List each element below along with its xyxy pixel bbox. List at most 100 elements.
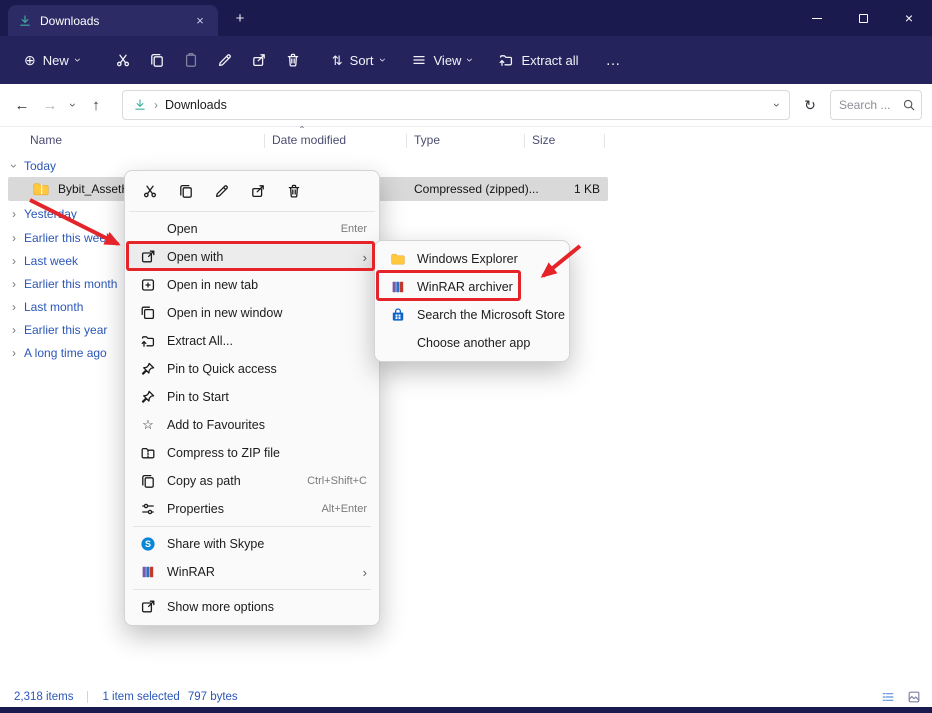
menu-item-properties[interactable]: Properties Alt+Enter xyxy=(129,495,375,523)
group-row-today[interactable]: › Today xyxy=(12,158,56,174)
breadcrumb-chevron-icon: › xyxy=(154,98,158,112)
group-row-earlier-this-year[interactable]: › Earlier this year xyxy=(12,322,107,338)
view-button[interactable]: View › xyxy=(401,45,483,75)
zip-file-icon xyxy=(32,180,50,198)
extract-icon xyxy=(498,52,514,68)
cut-button[interactable] xyxy=(135,177,165,205)
explorer-tab-downloads[interactable]: Downloads × xyxy=(8,5,218,36)
delete-button[interactable] xyxy=(276,44,310,76)
submenu-item-search-microsoft-store[interactable]: Search the Microsoft Store xyxy=(379,301,565,329)
group-row-last-week[interactable]: › Last week xyxy=(12,253,78,269)
search-box xyxy=(830,90,922,120)
up-button[interactable]: ↑ xyxy=(82,91,110,119)
menu-item-winrar[interactable]: WinRAR › xyxy=(129,558,375,586)
share-icon xyxy=(251,52,267,68)
close-button[interactable]: × xyxy=(886,0,932,36)
share-icon xyxy=(250,183,266,199)
download-icon xyxy=(18,14,32,28)
chevron-right-icon: › xyxy=(12,301,16,313)
history-dropdown-button[interactable]: › xyxy=(64,91,82,119)
menu-item-add-to-favourites[interactable]: ☆ Add to Favourites xyxy=(129,411,375,439)
menu-label: Open in new tab xyxy=(167,278,367,292)
window-bottom-edge xyxy=(0,707,932,713)
menu-item-open[interactable]: Open Enter xyxy=(129,215,375,243)
group-row-a-long-time-ago[interactable]: › A long time ago xyxy=(12,345,107,361)
submenu-item-windows-explorer[interactable]: Windows Explorer xyxy=(379,245,565,273)
new-button[interactable]: ⊕ New › xyxy=(14,46,90,75)
menu-item-open-with[interactable]: Open with › xyxy=(129,243,375,271)
extract-all-button[interactable]: Extract all xyxy=(488,45,588,75)
rename-button[interactable] xyxy=(207,177,237,205)
menu-item-pin-to-start[interactable]: Pin to Start xyxy=(129,383,375,411)
group-row-earlier-this-week[interactable]: › Earlier this week xyxy=(12,230,112,246)
refresh-button[interactable]: ↻ xyxy=(796,91,824,119)
copy-button[interactable] xyxy=(140,44,174,76)
submenu-chevron-icon: › xyxy=(363,565,367,580)
download-icon xyxy=(133,98,147,112)
menu-separator xyxy=(133,589,371,590)
group-row-earlier-this-month[interactable]: › Earlier this month xyxy=(12,276,117,292)
menu-item-copy-as-path[interactable]: Copy as path Ctrl+Shift+C xyxy=(129,467,375,495)
paste-button[interactable] xyxy=(174,44,208,76)
large-icons-view-toggle[interactable] xyxy=(904,688,924,705)
menu-item-open-in-new-tab[interactable]: Open in new tab xyxy=(129,271,375,299)
column-header-name[interactable]: Name xyxy=(30,133,62,147)
group-label: A long time ago xyxy=(24,346,107,360)
folder-icon xyxy=(389,251,407,267)
menu-label: Open xyxy=(167,222,331,236)
open-with-submenu: Windows Explorer WinRAR archiver Search … xyxy=(374,240,570,362)
chevron-right-icon: › xyxy=(12,255,16,267)
column-header-date-modified[interactable]: Date modified xyxy=(272,133,346,147)
menu-label: Compress to ZIP file xyxy=(167,446,367,460)
copy-button[interactable] xyxy=(171,177,201,205)
forward-button[interactable]: → xyxy=(36,91,64,119)
column-header-type[interactable]: Type xyxy=(414,133,440,147)
menu-item-open-in-new-window[interactable]: Open in new window xyxy=(129,299,375,327)
menu-label: Copy as path xyxy=(167,474,297,488)
chevron-down-icon: › xyxy=(72,58,84,62)
menu-shortcut: Enter xyxy=(341,223,367,235)
status-divider xyxy=(87,691,88,703)
submenu-item-winrar-archiver[interactable]: WinRAR archiver xyxy=(379,273,565,301)
rename-icon xyxy=(217,52,233,68)
submenu-item-choose-another-app[interactable]: Choose another app xyxy=(379,329,565,357)
minimize-button[interactable] xyxy=(794,0,840,36)
chevron-right-icon: › xyxy=(12,232,16,244)
menu-shortcut: Alt+Enter xyxy=(321,503,367,515)
details-view-toggle[interactable] xyxy=(878,688,898,705)
column-headers: ˆ Name Date modified Type Size xyxy=(0,128,932,152)
tab-close-icon[interactable]: × xyxy=(192,13,208,28)
winrar-icon xyxy=(389,279,407,295)
navigation-bar: ← → › ↑ › Downloads › ↻ xyxy=(0,84,932,127)
scissors-icon xyxy=(115,52,131,68)
menu-item-show-more-options[interactable]: Show more options xyxy=(129,593,375,621)
column-header-size[interactable]: Size xyxy=(532,133,555,147)
sort-label: Sort xyxy=(350,53,374,68)
skype-icon xyxy=(139,536,157,552)
sort-button[interactable]: ⇅ Sort › xyxy=(322,46,395,75)
delete-button[interactable] xyxy=(279,177,309,205)
rename-icon xyxy=(214,183,230,199)
menu-label: Properties xyxy=(167,502,311,516)
address-bar[interactable]: › Downloads › xyxy=(122,90,790,120)
ellipsis-icon: … xyxy=(606,53,622,68)
rename-button[interactable] xyxy=(208,44,242,76)
back-button[interactable]: ← xyxy=(8,91,36,119)
group-label: Earlier this month xyxy=(24,277,117,291)
menu-item-pin-to-quick-access[interactable]: Pin to Quick access xyxy=(129,355,375,383)
menu-item-share-with-skype[interactable]: Share with Skype xyxy=(129,530,375,558)
share-button[interactable] xyxy=(242,44,276,76)
cut-button[interactable] xyxy=(106,44,140,76)
breadcrumb[interactable]: Downloads xyxy=(165,98,227,112)
new-tab-button[interactable]: + xyxy=(230,8,250,28)
more-options-button[interactable]: … xyxy=(597,44,631,76)
group-row-last-month[interactable]: › Last month xyxy=(12,299,83,315)
menu-item-extract-all[interactable]: Extract All... xyxy=(129,327,375,355)
menu-item-compress-to-zip[interactable]: Compress to ZIP file xyxy=(129,439,375,467)
address-dropdown-icon[interactable]: › xyxy=(771,103,783,107)
open-with-icon xyxy=(139,249,157,265)
file-size: 1 KB xyxy=(550,182,600,196)
share-button[interactable] xyxy=(243,177,273,205)
maximize-button[interactable] xyxy=(840,0,886,36)
group-row-yesterday[interactable]: › Yesterday xyxy=(12,206,77,222)
